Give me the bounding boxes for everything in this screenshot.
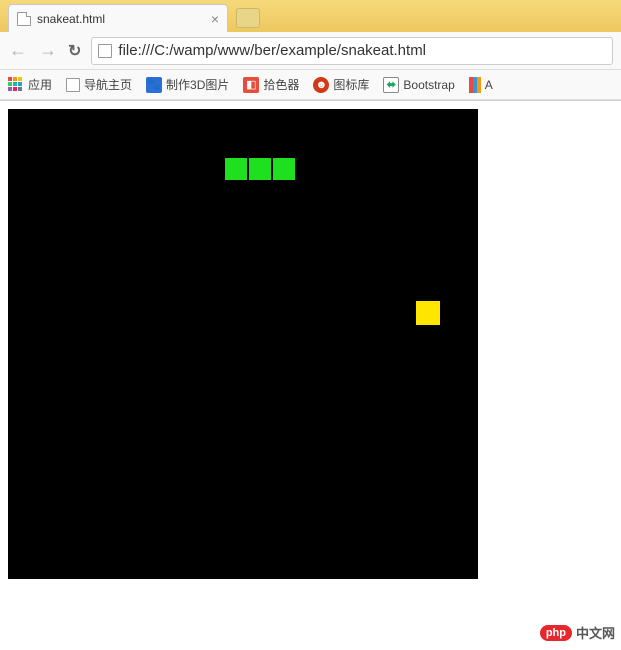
paw-icon: 🐾: [146, 77, 162, 93]
bookmark-color-picker[interactable]: ◧ 拾色器: [243, 76, 299, 93]
page-icon: [66, 78, 80, 92]
watermark: php 中文网: [540, 623, 615, 642]
bookmark-3d[interactable]: 🐾 制作3D图片: [146, 76, 229, 93]
new-tab-button[interactable]: [236, 8, 260, 28]
url-input[interactable]: file:///C:/wamp/www/ber/example/snakeat.…: [91, 37, 613, 65]
page-icon: [98, 44, 112, 58]
watermark-badge: php: [540, 625, 572, 641]
snake-segment: [224, 157, 248, 181]
bookmark-label: 导航主页: [84, 76, 132, 93]
reload-button[interactable]: ↻: [68, 41, 81, 61]
bookmark-apps[interactable]: 应用: [8, 76, 52, 93]
bookmark-nav-home[interactable]: 导航主页: [66, 76, 132, 93]
apps-icon: [8, 77, 24, 93]
bookmark-label: A: [485, 78, 493, 92]
bookmark-label: 制作3D图片: [166, 76, 229, 93]
browser-tab[interactable]: snakeat.html ×: [8, 4, 228, 32]
watermark-text: 中文网: [576, 623, 615, 642]
bookmark-label: Bootstrap: [403, 78, 454, 92]
address-bar: ← → ↻ file:///C:/wamp/www/ber/example/sn…: [0, 32, 621, 70]
bookmark-more[interactable]: A: [469, 77, 493, 93]
bookmark-icon-lib[interactable]: ☻ 图标库: [313, 76, 369, 93]
multi-icon: [469, 77, 481, 93]
forward-button[interactable]: →: [38, 40, 58, 61]
close-icon[interactable]: ×: [211, 11, 219, 27]
bookmarks-bar: 应用 导航主页 🐾 制作3D图片 ◧ 拾色器 ☻ 图标库 ⬌ Bootstrap…: [0, 70, 621, 100]
page-icon: [17, 12, 31, 26]
back-button[interactable]: ←: [8, 40, 28, 61]
bookmark-label: 拾色器: [263, 76, 299, 93]
browser-chrome: snakeat.html × ← → ↻ file:///C:/wamp/www…: [0, 0, 621, 101]
tab-title: snakeat.html: [37, 12, 205, 26]
bootstrap-icon: ⬌: [383, 77, 399, 93]
tab-bar: snakeat.html ×: [0, 0, 621, 32]
bookmark-label: 应用: [28, 76, 52, 93]
snake-segment: [272, 157, 296, 181]
bookmark-label: 图标库: [333, 76, 369, 93]
url-text: file:///C:/wamp/www/ber/example/snakeat.…: [118, 42, 426, 59]
game-canvas[interactable]: [8, 109, 478, 579]
snake-segment: [248, 157, 272, 181]
skull-icon: ☻: [313, 77, 329, 93]
food: [416, 301, 440, 325]
bookmark-bootstrap[interactable]: ⬌ Bootstrap: [383, 77, 454, 93]
colorpicker-icon: ◧: [243, 77, 259, 93]
